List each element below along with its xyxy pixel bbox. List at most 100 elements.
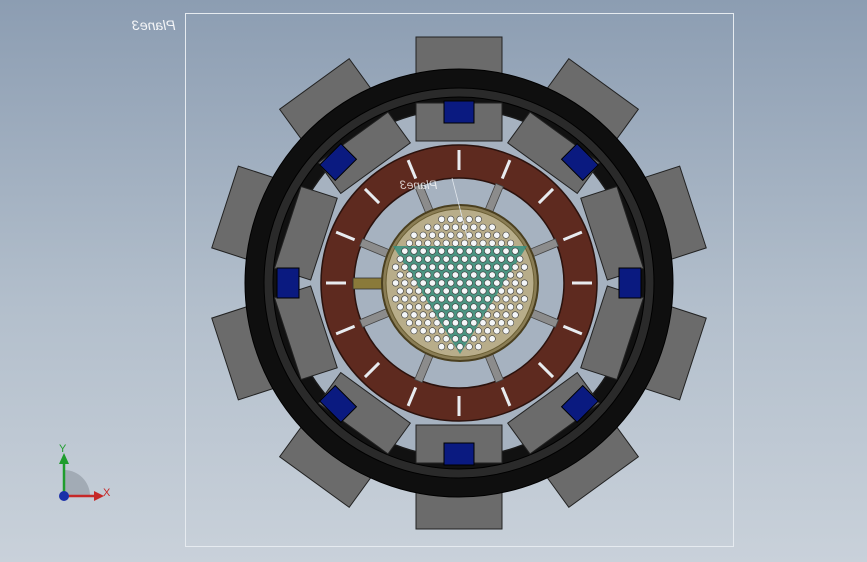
disc-hole (461, 287, 469, 295)
disc-hole (502, 327, 510, 335)
disc-hole (465, 311, 473, 319)
disc-hole (410, 231, 418, 239)
disc-hole (396, 271, 404, 279)
disc-hole (507, 287, 515, 295)
disc-hole (484, 327, 492, 335)
disc-hole (488, 239, 496, 247)
disc-hole (470, 255, 478, 263)
disc-hole (410, 327, 418, 335)
disc-hole (428, 263, 436, 271)
x-axis-label: X (103, 487, 111, 499)
disc-hole (465, 279, 473, 287)
disc-hole (419, 295, 427, 303)
disc-hole (433, 303, 441, 311)
disc-hole (442, 335, 450, 343)
connector-block (618, 267, 642, 299)
disc-hole (465, 247, 473, 255)
disc-hole (511, 247, 519, 255)
disc-hole (447, 311, 455, 319)
disc-hole (488, 271, 496, 279)
disc-hole (474, 263, 482, 271)
arc-reactor-model[interactable] (0, 0, 867, 562)
disc-hole (479, 335, 487, 343)
disc-hole (451, 319, 459, 327)
disc-hole (484, 295, 492, 303)
disc-hole (456, 279, 464, 287)
disc-hole (465, 263, 473, 271)
disc-hole (488, 287, 496, 295)
disc-hole (447, 231, 455, 239)
ring-slot-mark (326, 281, 346, 285)
disc-hole (456, 247, 464, 255)
disc-hole (465, 327, 473, 335)
triad-arc (64, 470, 90, 496)
disc-hole (479, 303, 487, 311)
disc-hole (415, 255, 423, 263)
disc-hole (438, 263, 446, 271)
ring-slot (572, 281, 592, 285)
disc-hole (415, 319, 423, 327)
disc-hole (433, 223, 441, 231)
disc-hole (511, 279, 519, 287)
disc-hole (401, 263, 409, 271)
disc-hole (465, 215, 473, 223)
disc-hole (428, 311, 436, 319)
disc-hole (447, 215, 455, 223)
disc-hole (456, 263, 464, 271)
disc-hole (405, 287, 413, 295)
disc-hole (405, 239, 413, 247)
connector-block (443, 100, 475, 124)
disc-hole (438, 327, 446, 335)
disc-hole (479, 319, 487, 327)
cad-viewport[interactable]: Plane3 Plane3 Y X (0, 0, 867, 562)
ring-slot (457, 396, 461, 416)
disc-hole (474, 247, 482, 255)
disc-hole (419, 311, 427, 319)
connector-block (276, 267, 300, 299)
disc-hole (456, 343, 464, 351)
disc-hole (474, 215, 482, 223)
disc-hole (502, 263, 510, 271)
disc-hole (507, 239, 515, 247)
disc-hole (433, 255, 441, 263)
disc-hole (451, 271, 459, 279)
disc-hole (410, 247, 418, 255)
disc-hole (410, 263, 418, 271)
disc-hole (488, 319, 496, 327)
disc-hole (474, 295, 482, 303)
disc-hole (470, 319, 478, 327)
disc-hole (451, 287, 459, 295)
connector (443, 100, 475, 124)
disc-hole (502, 295, 510, 303)
disc-hole (479, 223, 487, 231)
disc-hole (470, 335, 478, 343)
disc-hole (438, 247, 446, 255)
disc-hole (447, 343, 455, 351)
disc-hole (479, 239, 487, 247)
disc-hole (401, 247, 409, 255)
disc-hole (493, 263, 501, 271)
disc-hole (461, 271, 469, 279)
disc-hole (488, 255, 496, 263)
disc-hole (520, 263, 528, 271)
disc-hole (502, 247, 510, 255)
disc-hole (470, 223, 478, 231)
connector (618, 267, 642, 299)
disc-hole (465, 343, 473, 351)
disc-hole (470, 287, 478, 295)
disc-hole (415, 287, 423, 295)
disc-hole (516, 303, 524, 311)
disc-hole (419, 231, 427, 239)
disc-hole (442, 271, 450, 279)
disc-hole (493, 231, 501, 239)
disc-hole (461, 335, 469, 343)
disc-hole (447, 247, 455, 255)
disc-hole (488, 335, 496, 343)
disc-hole (456, 231, 464, 239)
disc-hole (447, 279, 455, 287)
disc-hole (451, 239, 459, 247)
disc-hole (493, 279, 501, 287)
hole-group (392, 215, 528, 351)
disc-hole (461, 319, 469, 327)
disc-hole (507, 271, 515, 279)
